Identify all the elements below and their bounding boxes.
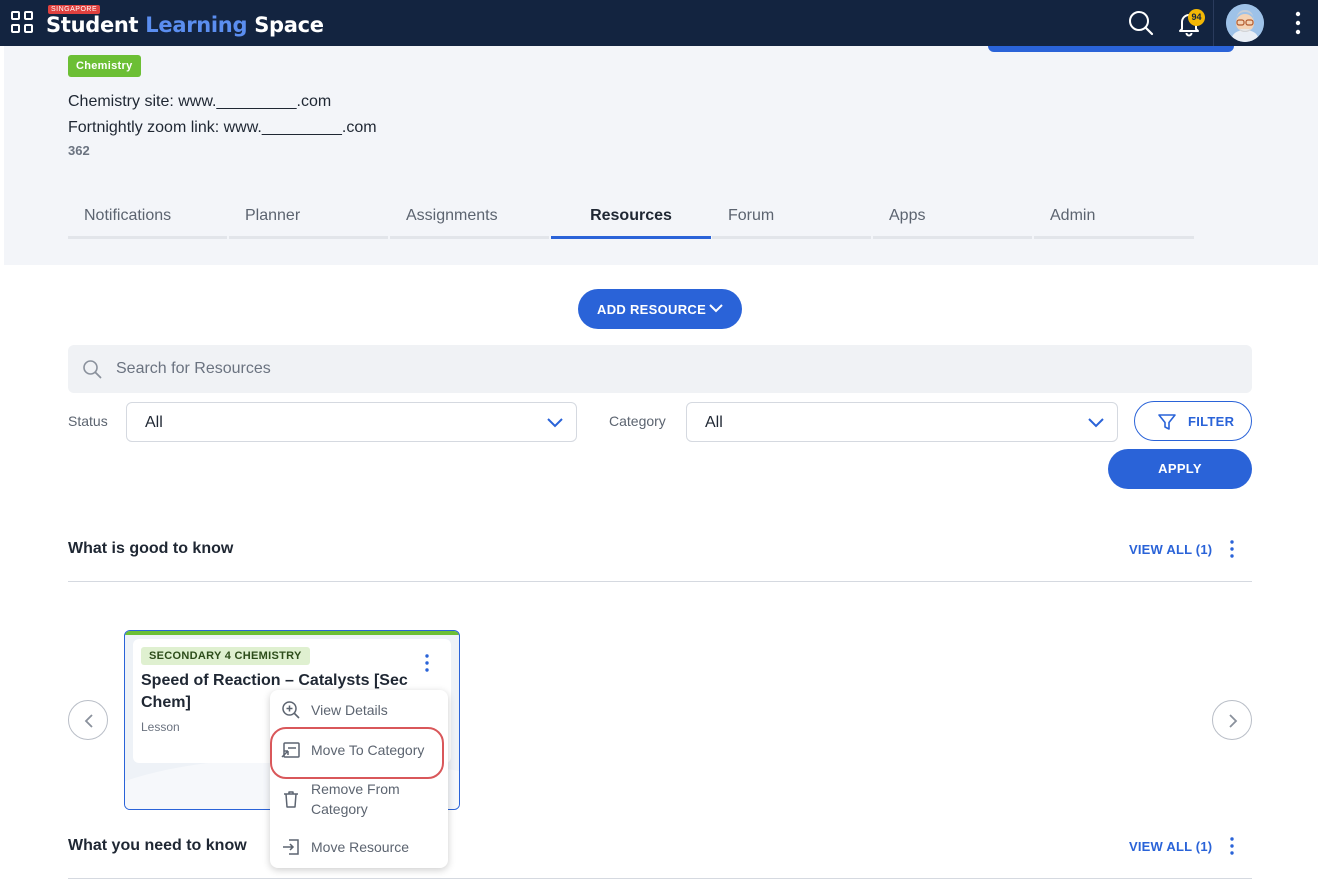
filter-icon [1158, 414, 1176, 430]
highlight-annotation [270, 727, 444, 779]
chevron-down-icon [1088, 418, 1104, 428]
tab-notifications[interactable]: Notifications [68, 200, 227, 239]
tab-bar: Notifications Planner Assignments Resour… [68, 200, 1194, 239]
section-title-good-to-know: What is good to know [68, 540, 234, 557]
description-line-1: Chemistry site: www._________.com [68, 93, 332, 110]
status-select[interactable]: All [126, 402, 577, 442]
more-vertical-icon[interactable] [1226, 836, 1238, 856]
chevron-down-icon [547, 418, 563, 428]
tab-assignments[interactable]: Assignments [390, 200, 549, 239]
subject-badge: Chemistry [68, 55, 141, 77]
level-tag: SECONDARY 4 CHEMISTRY [141, 647, 310, 665]
header-action-button[interactable] [988, 46, 1234, 52]
apply-button[interactable]: APPLY [1108, 449, 1252, 489]
card-more-button[interactable] [409, 648, 445, 678]
trash-icon [284, 791, 298, 808]
top-bar: SINGAPORE Student Learning Space 94 [0, 0, 1318, 46]
category-select[interactable]: All [686, 402, 1118, 442]
zoom-in-icon [282, 701, 300, 719]
view-all-need-to-know[interactable]: VIEW ALL (1) [1129, 839, 1212, 854]
member-count: 362 [68, 143, 90, 158]
status-label: Status [68, 413, 108, 429]
chevron-right-icon [1229, 714, 1238, 728]
section-divider [68, 581, 1252, 582]
category-label: Category [609, 413, 666, 429]
search-input[interactable] [116, 345, 1236, 393]
chevron-down-icon [709, 304, 723, 313]
add-resource-button[interactable]: ADD RESOURCE [578, 289, 742, 329]
avatar[interactable] [1226, 4, 1264, 42]
tab-apps[interactable]: Apps [873, 200, 1032, 239]
section-title-need-to-know: What you need to know [68, 837, 247, 854]
menu-item-view-details[interactable]: View Details [270, 700, 448, 722]
card-type: Lesson [141, 720, 180, 734]
tab-planner[interactable]: Planner [229, 200, 388, 239]
menu-item-remove-from-category[interactable]: Remove From Category [270, 779, 448, 821]
card-accent-line [125, 631, 459, 635]
tab-forum[interactable]: Forum [712, 200, 871, 239]
search-icon [83, 360, 102, 379]
more-vertical-icon[interactable] [1226, 539, 1238, 559]
more-vertical-icon [425, 654, 429, 672]
brand-name: Student Learning Space [46, 13, 324, 37]
apps-grid-icon[interactable] [11, 11, 33, 33]
search-bar [68, 345, 1252, 393]
section-divider [68, 878, 1252, 879]
more-vertical-icon[interactable] [1290, 10, 1306, 36]
chevron-left-icon [84, 714, 93, 728]
move-resource-icon [283, 839, 299, 855]
filter-button[interactable]: FILTER [1134, 401, 1252, 441]
carousel-prev-button[interactable] [68, 700, 108, 740]
card-context-menu: View Details Move To Category Remove Fro… [270, 690, 448, 868]
tab-admin[interactable]: Admin [1034, 200, 1194, 239]
search-icon[interactable] [1126, 8, 1156, 38]
notification-badge: 94 [1188, 9, 1205, 26]
description-line-2: Fortnightly zoom link: www._________.com [68, 119, 377, 136]
tab-resources[interactable]: Resources [551, 200, 711, 239]
carousel-next-button[interactable] [1212, 700, 1252, 740]
topbar-divider [1213, 0, 1214, 46]
view-all-good-to-know[interactable]: VIEW ALL (1) [1129, 542, 1212, 557]
menu-item-move-resource[interactable]: Move Resource [270, 837, 448, 859]
